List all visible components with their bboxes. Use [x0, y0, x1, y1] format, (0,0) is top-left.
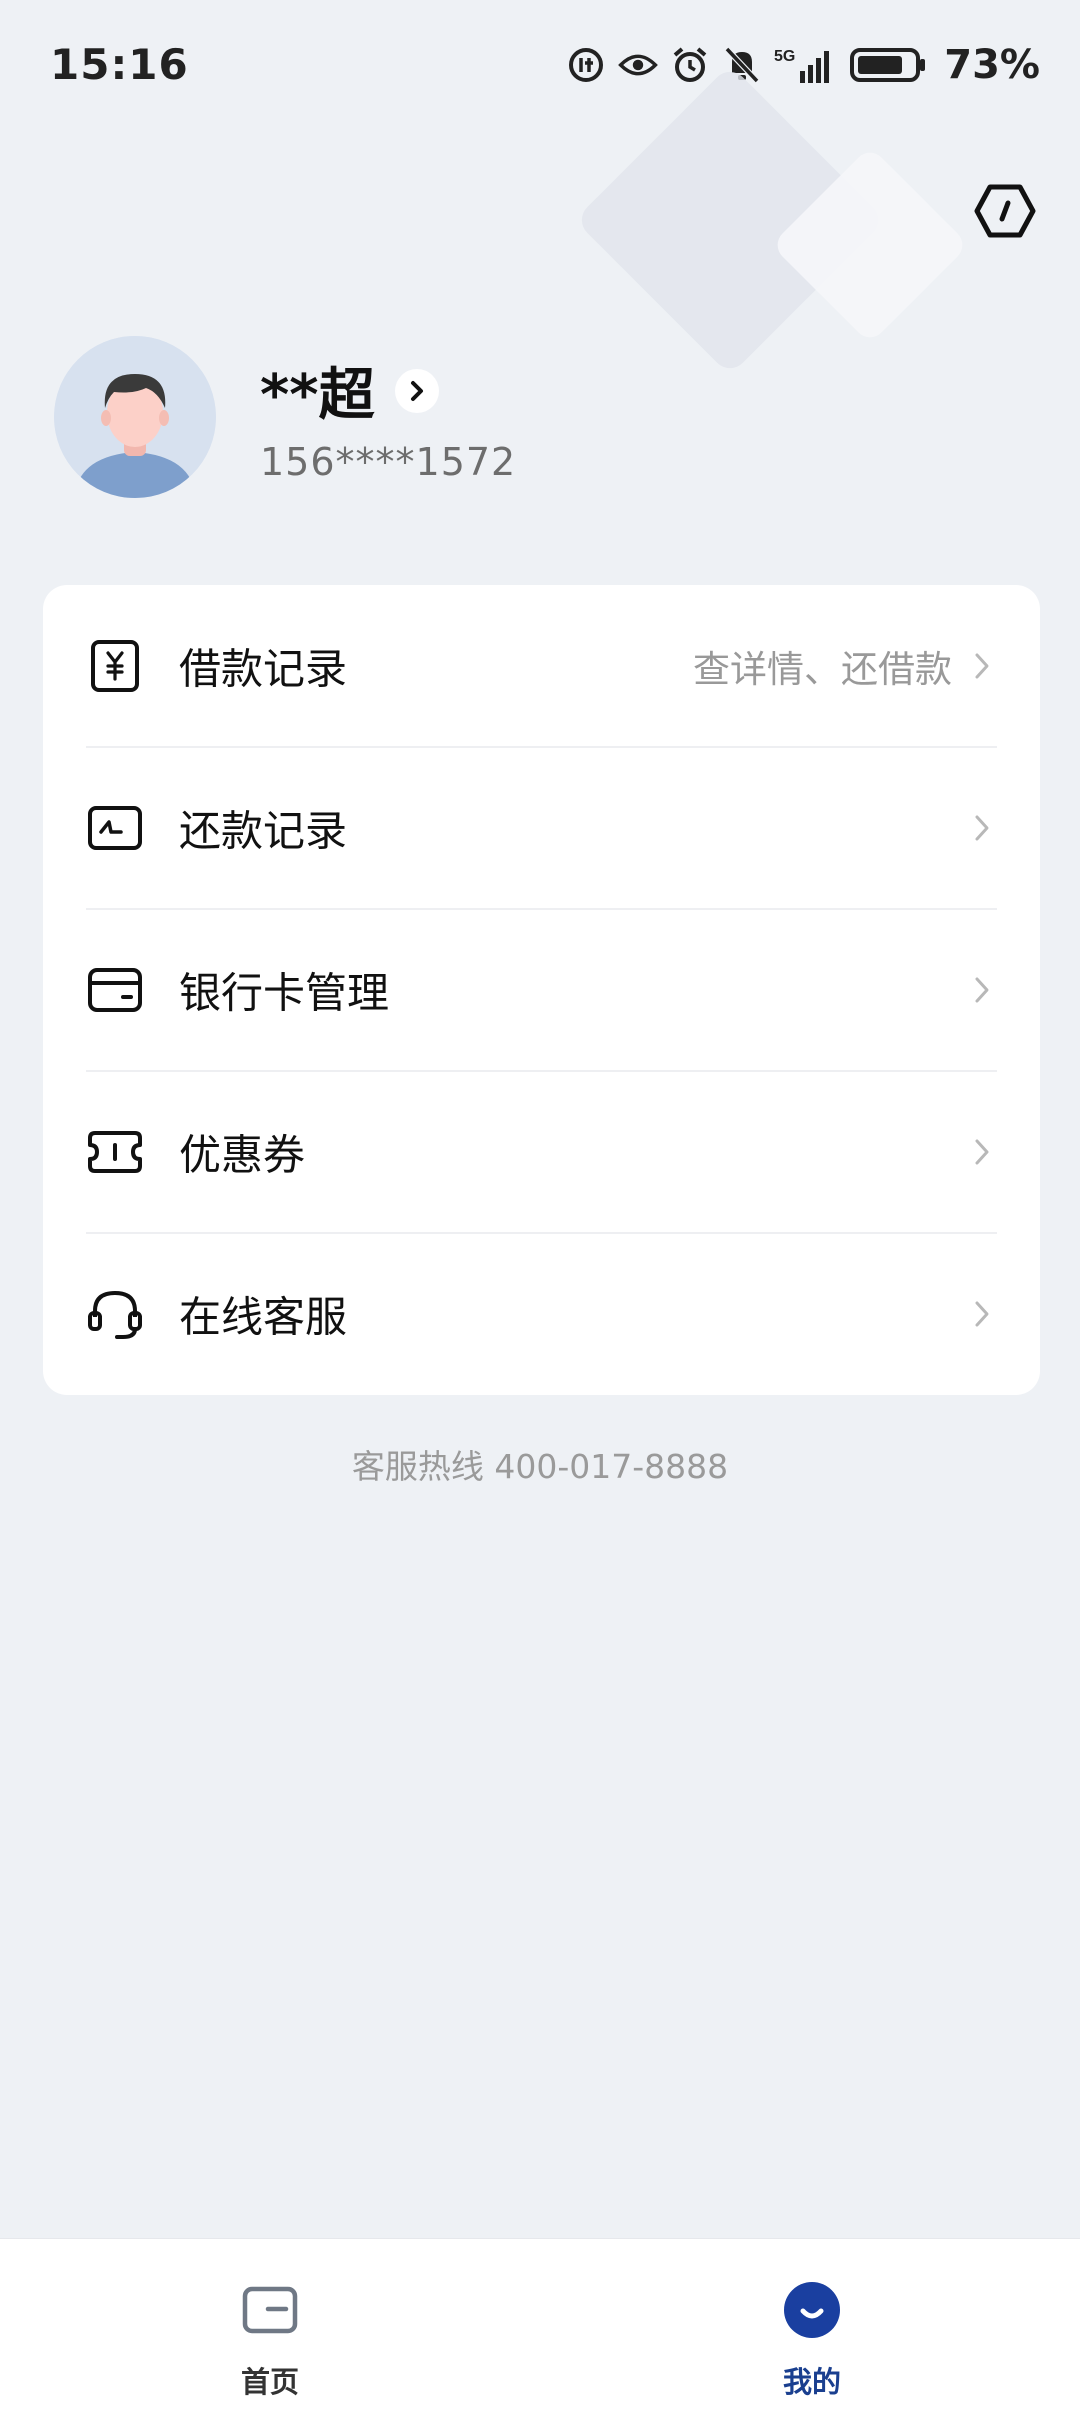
avatar-illustration	[54, 336, 216, 498]
profile-phone: 156****1572	[260, 440, 517, 484]
menu-item-repayment-records[interactable]: 还款记录	[43, 747, 1040, 909]
battery-icon	[850, 45, 928, 85]
profile-name-row[interactable]: **超	[260, 350, 439, 431]
hexagon-settings-icon	[974, 184, 1036, 238]
nav-item-mine[interactable]: 我的	[712, 2239, 912, 2413]
menu-item-label: 银行卡管理	[179, 968, 390, 1018]
alarm-icon	[670, 45, 710, 85]
status-icons: 5G 73%	[566, 42, 1040, 88]
battery-percent: 73%	[944, 42, 1040, 88]
chevron-right-icon	[970, 1296, 994, 1332]
menu-item-label: 优惠券	[179, 1130, 306, 1180]
loan-yuan-icon	[87, 638, 143, 694]
menu-item-hint: 查详情、还借款	[693, 648, 952, 691]
menu-card: 借款记录 查详情、还借款 还款记录 银行卡管理 优惠券 在线客服	[43, 585, 1040, 1395]
network-label: 5G	[774, 48, 795, 65]
menu-item-loan-records[interactable]: 借款记录 查详情、还借款	[43, 585, 1040, 747]
repayment-icon	[87, 800, 143, 856]
bank-card-icon	[87, 962, 143, 1018]
headset-icon	[87, 1286, 143, 1342]
coupon-icon	[87, 1124, 143, 1180]
signal-icon: 5G	[774, 45, 838, 85]
chevron-right-icon	[970, 810, 994, 846]
menu-item-online-service[interactable]: 在线客服	[43, 1233, 1040, 1395]
nav-item-home[interactable]: 首页	[170, 2239, 370, 2413]
avatar[interactable]	[54, 336, 216, 498]
profile-arrow-icon[interactable]	[394, 368, 439, 413]
settings-button[interactable]	[972, 178, 1038, 244]
nav-label: 首页	[240, 2365, 299, 2399]
menu-item-coupons[interactable]: 优惠券	[43, 1071, 1040, 1233]
home-wallet-icon	[241, 2281, 299, 2339]
menu-item-label: 还款记录	[179, 806, 348, 856]
status-bar: 15:16 5G 73%	[0, 0, 1080, 136]
menu-item-label: 在线客服	[179, 1292, 348, 1342]
menu-item-bank-card-management[interactable]: 银行卡管理	[43, 909, 1040, 1071]
chevron-right-icon	[970, 1134, 994, 1170]
bottom-nav: 首页 我的	[0, 2238, 1080, 2413]
service-hotline[interactable]: 客服热线 400-017-8888	[0, 1440, 1080, 1488]
chevron-right-icon	[970, 972, 994, 1008]
profile-smile-icon	[783, 2281, 841, 2339]
nav-label: 我的	[782, 2365, 841, 2399]
data-saver-icon	[566, 45, 606, 85]
chevron-right-icon	[970, 648, 994, 684]
profile-name: **超	[260, 363, 375, 428]
menu-item-label: 借款记录	[179, 644, 348, 694]
status-time: 15:16	[50, 40, 189, 89]
eye-icon	[618, 45, 659, 85]
